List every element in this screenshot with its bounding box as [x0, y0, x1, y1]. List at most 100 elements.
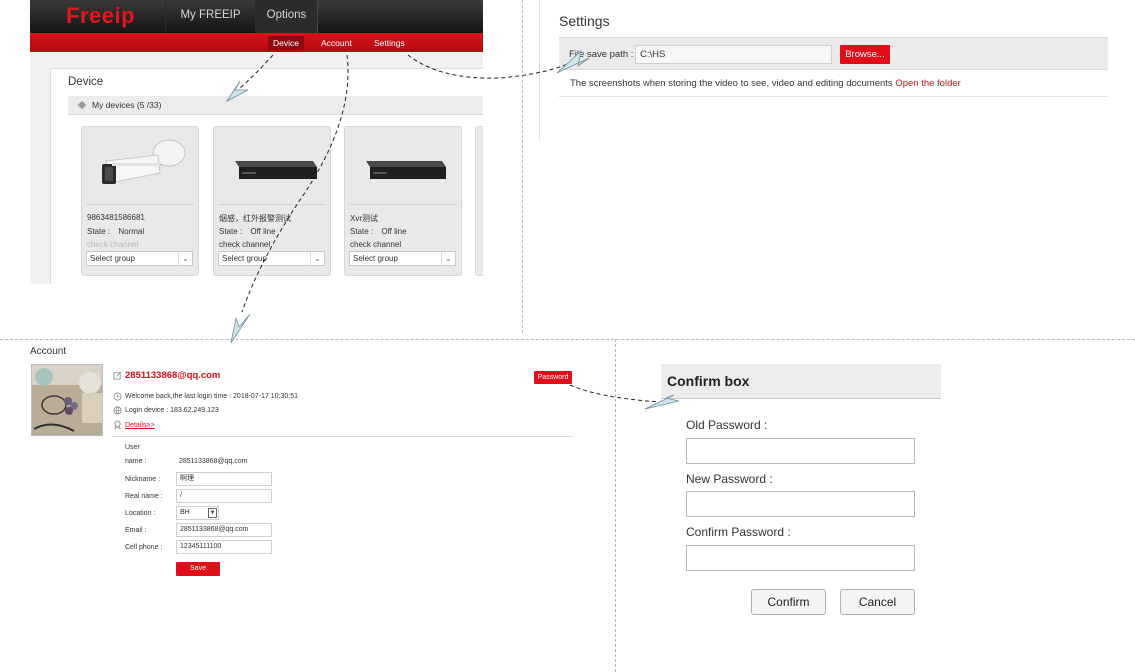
settings-title: Settings	[559, 13, 610, 29]
dvr-icon	[235, 161, 317, 179]
browse-button[interactable]: Browse...	[840, 45, 890, 64]
avatar[interactable]	[31, 364, 103, 436]
select-group-dropdown[interactable]: Select group ⌄	[218, 251, 325, 266]
state-value: Normal	[118, 227, 145, 236]
chevron-down-icon: ⌄	[310, 252, 324, 265]
select-group-value: Select group	[353, 254, 398, 263]
account-email: 2851133868@qq.com	[125, 370, 221, 381]
location-value: BH	[180, 509, 190, 516]
account-title: Account	[30, 346, 67, 357]
device-card[interactable]: Xvr测试 State : Off line check channel Sel…	[344, 126, 462, 276]
select-group-value: Select group	[90, 254, 135, 263]
chevron-down-icon: ▼	[208, 508, 217, 518]
device-name: Xvr测试	[350, 214, 378, 223]
freeip-logo[interactable]: Freeip	[66, 3, 135, 29]
topnav-options[interactable]: Options	[255, 0, 318, 33]
file-save-path-input[interactable]: C:\HS	[635, 45, 832, 64]
user-name-value: 2851133868@qq.com	[179, 458, 248, 465]
settings-left-rule	[539, 0, 540, 140]
old-password-input[interactable]	[686, 438, 915, 464]
check-channel-link[interactable]: check channel	[219, 240, 270, 249]
cell-phone-label: Cell phone :	[125, 544, 163, 551]
old-password-label: Old Password :	[686, 418, 768, 432]
confirm-password-label: Confirm Password :	[686, 525, 791, 539]
location-label: Location :	[125, 510, 156, 517]
badge-icon	[114, 420, 121, 429]
device-card-partial[interactable]	[475, 126, 483, 276]
confirm-button[interactable]: Confirm	[751, 589, 826, 615]
login-device: Login device : 183.62.249.123	[125, 407, 219, 414]
select-group-dropdown[interactable]: Select group ⌄	[86, 251, 193, 266]
location-select[interactable]: BH ▼	[176, 506, 219, 520]
account-divider	[112, 436, 573, 437]
file-save-path-label: File save path :	[569, 49, 634, 60]
device-card[interactable]: 9863481586681 State : Normal check chann…	[81, 126, 199, 276]
details-link[interactable]: Details>>	[125, 422, 155, 429]
settings-note: The screenshots when storing the video t…	[570, 78, 961, 89]
new-password-input[interactable]	[686, 491, 915, 517]
device-thumbnail	[86, 131, 194, 205]
chevron-down-icon: ⌄	[441, 252, 455, 265]
select-group-value: Select group	[222, 254, 267, 263]
check-channel-link[interactable]: check channel	[87, 240, 138, 249]
divider-vertical-top	[522, 0, 523, 333]
subnav-account[interactable]: Account	[316, 36, 357, 50]
save-button[interactable]: Save	[176, 562, 220, 576]
state-label: State :	[87, 227, 111, 236]
top-navigation-bar: Freeip My FREEIP Options	[30, 0, 483, 33]
state-label: State :	[219, 227, 243, 236]
device-thumbnail	[349, 131, 457, 205]
globe-icon	[113, 406, 122, 415]
edit-icon[interactable]	[113, 371, 122, 380]
divider-vertical-bottom	[615, 339, 616, 672]
device-content-area: Device My devices (5 /33) 9863481586681 …	[50, 68, 483, 284]
file-save-path-row: File save path : C:\HS Browse...	[559, 37, 1108, 70]
email-label: Email :	[125, 527, 147, 534]
confirm-box-title: Confirm box	[667, 373, 750, 389]
diamond-icon	[77, 100, 87, 110]
divider-horizontal	[0, 339, 1135, 340]
device-page-panel: Freeip My FREEIP Options Device Account …	[30, 0, 483, 284]
user-name-label-line1: User	[125, 444, 140, 451]
state-value: Off line	[381, 227, 407, 236]
confirm-box-header: Confirm box	[661, 364, 941, 399]
camera-icon	[102, 139, 186, 184]
device-state: State : Off line	[350, 227, 407, 236]
last-login-time: Welcome back,the last login time : 2018-…	[125, 393, 299, 400]
device-section-title: Device	[68, 76, 104, 88]
my-devices-header[interactable]: My devices (5 /33)	[68, 96, 483, 115]
confirm-password-input[interactable]	[686, 545, 915, 571]
settings-note-text: The screenshots when storing the video t…	[570, 78, 893, 89]
realname-label: Real name :	[125, 493, 163, 500]
subnav-settings[interactable]: Settings	[369, 36, 410, 50]
device-thumbnail	[218, 131, 326, 205]
subnav-device[interactable]: Device	[268, 36, 304, 50]
dvr-icon	[366, 161, 446, 179]
topnav-my-freeip[interactable]: My FREEIP	[165, 0, 255, 33]
state-value: Off line	[250, 227, 276, 236]
device-card[interactable]: 烟感，红外报警测试 State : Off line check channel…	[213, 126, 331, 276]
my-devices-count: My devices (5 /33)	[92, 100, 162, 110]
select-group-dropdown[interactable]: Select group ⌄	[349, 251, 456, 266]
nickname-label: Nickname :	[125, 476, 161, 483]
user-name-label-line2: name :	[125, 458, 147, 465]
cell-phone-input[interactable]: 12345111100	[176, 540, 272, 554]
clock-icon	[113, 392, 122, 401]
device-name: 9863481586681	[87, 213, 145, 222]
sub-navigation-bar: Device Account Settings	[30, 33, 483, 52]
email-input[interactable]: 2851133868@qq.com	[176, 523, 272, 537]
password-button[interactable]: Password	[534, 371, 572, 384]
new-password-label: New Password :	[686, 472, 773, 486]
device-state: State : Off line	[219, 227, 276, 236]
avatar-photo	[32, 365, 102, 435]
state-label: State :	[350, 227, 374, 236]
nickname-input[interactable]: 啊理	[176, 472, 272, 486]
chevron-down-icon: ⌄	[178, 252, 192, 265]
check-channel-link[interactable]: check channel	[350, 240, 401, 249]
device-state: State : Normal	[87, 227, 144, 236]
settings-divider	[559, 96, 1108, 97]
device-name: 烟感，红外报警测试	[219, 214, 291, 223]
realname-input[interactable]: /	[176, 489, 272, 503]
cancel-button[interactable]: Cancel	[840, 589, 915, 615]
open-folder-link[interactable]: Open the folder	[895, 78, 961, 89]
